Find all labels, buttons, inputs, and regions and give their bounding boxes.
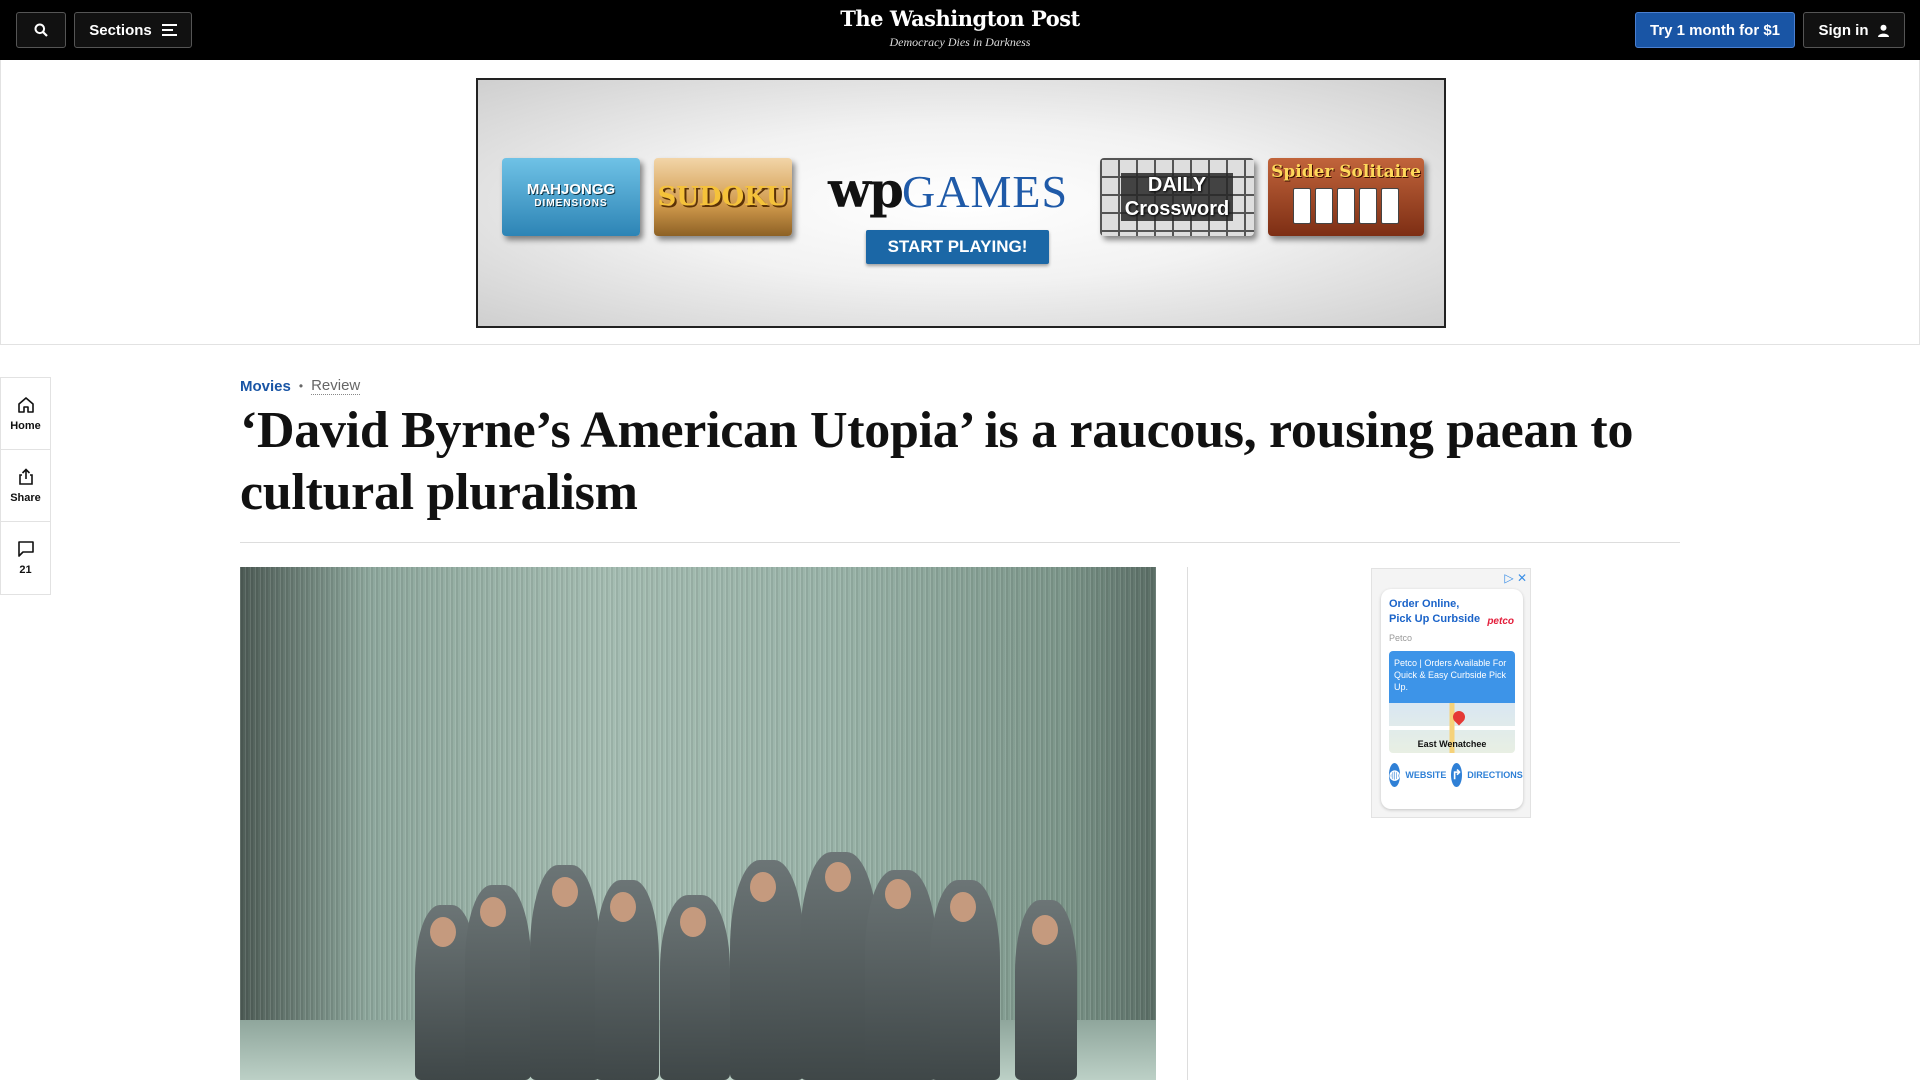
performer-head: [430, 917, 456, 947]
performer-head: [610, 892, 636, 922]
performer-head: [825, 862, 851, 892]
wp-games-logo: wpGAMES: [828, 160, 1067, 219]
ad-blurb: Petco | Orders Available For Quick & Eas…: [1389, 651, 1515, 703]
ad-title-line1: Order Online,: [1389, 598, 1460, 610]
home-icon: [17, 396, 34, 413]
sign-in-button[interactable]: Sign in: [1803, 12, 1905, 48]
performer-head: [885, 879, 911, 909]
sections-label: Sections: [89, 21, 152, 39]
wp-games-ad[interactable]: MAHJONGG DIMENSIONS SUDOKU wpGAMES START…: [476, 78, 1446, 328]
sections-button[interactable]: Sections: [74, 12, 192, 48]
section-link[interactable]: Movies: [240, 378, 291, 395]
petco-ad-card[interactable]: Order Online, Pick Up Curbside petco Pet…: [1381, 589, 1523, 809]
mahjongg-subtitle: DIMENSIONS: [534, 198, 608, 209]
globe-icon[interactable]: ◍: [1389, 763, 1401, 787]
performer-head: [750, 872, 776, 902]
site-logo[interactable]: The Washington Post: [760, 6, 1160, 31]
adchoices-icon[interactable]: ▷ ✕: [1504, 571, 1527, 585]
comment-count: 21: [19, 564, 32, 576]
map-city-label: East Wenatchee: [1417, 739, 1487, 749]
share-icon: [18, 467, 33, 485]
performer-head: [680, 907, 706, 937]
site-header: Sections The Washington Post Democracy D…: [0, 0, 1920, 60]
subscribe-button[interactable]: Try 1 month for $1: [1635, 12, 1795, 48]
top-ad-slot: MAHJONGG DIMENSIONS SUDOKU wpGAMES START…: [0, 60, 1920, 345]
performer-head: [480, 897, 506, 927]
rail-comments-button[interactable]: 21: [1, 522, 50, 594]
masthead[interactable]: The Washington Post Democracy Dies in Da…: [760, 6, 1160, 50]
article-kicker: Movies • Review: [240, 377, 361, 395]
comment-icon: [17, 541, 34, 557]
rail-home-button[interactable]: Home: [1, 378, 50, 450]
performer-head: [1032, 915, 1058, 945]
column-divider: [1187, 567, 1188, 1080]
directions-icon[interactable]: ↱: [1451, 763, 1463, 787]
kicker-separator: •: [298, 379, 304, 393]
hero-image[interactable]: [240, 567, 1156, 1080]
ad-map[interactable]: East Wenatchee: [1389, 703, 1515, 753]
headline-divider: [240, 542, 1680, 543]
wp-logo-text: wp: [828, 160, 904, 219]
performer-head: [950, 892, 976, 922]
site-tagline: Democracy Dies in Darkness: [889, 35, 1031, 49]
review-label[interactable]: Review: [311, 377, 361, 395]
ad-advertiser: Petco: [1389, 633, 1413, 643]
search-button[interactable]: [16, 12, 66, 48]
crossword-tile[interactable]: DAILY Crossword: [1100, 158, 1254, 236]
search-icon: [34, 23, 48, 37]
article-headline: ‘David Byrne’s American Utopia’ is a rau…: [240, 402, 1634, 521]
map-pin-icon: [1450, 708, 1468, 726]
spider-solitaire-title: Spider Solitaire: [1271, 162, 1421, 182]
website-link[interactable]: WEBSITE: [1405, 770, 1446, 780]
user-icon: [1877, 24, 1889, 37]
games-logo-text: GAMES: [902, 166, 1069, 217]
rail-share-button[interactable]: Share: [1, 450, 50, 522]
directions-link[interactable]: DIRECTIONS: [1467, 770, 1523, 780]
rail-home-label: Home: [10, 419, 41, 432]
menu-icon: [161, 24, 177, 36]
crossword-title-line2: Crossword: [1120, 197, 1234, 221]
rail-share-label: Share: [10, 491, 41, 504]
ad-actions: ◍ WEBSITE ↱ DIRECTIONS: [1389, 763, 1523, 787]
article-side-rail: Home Share 21: [0, 377, 51, 595]
mahjongg-tile[interactable]: MAHJONGG DIMENSIONS: [502, 158, 640, 236]
sudoku-tile[interactable]: SUDOKU: [654, 158, 792, 236]
mahjongg-title: MAHJONGG: [526, 181, 616, 198]
crossword-title-line1: DAILY: [1120, 173, 1234, 197]
petco-logo: petco: [1487, 616, 1514, 627]
sign-in-label: Sign in: [1818, 21, 1869, 39]
side-ad-slot[interactable]: ▷ ✕ Order Online, Pick Up Curbside petco…: [1371, 568, 1531, 818]
spider-solitaire-tile[interactable]: Spider Solitaire: [1268, 158, 1424, 236]
start-playing-button[interactable]: START PLAYING!: [866, 230, 1049, 264]
sudoku-title: SUDOKU: [657, 182, 789, 212]
performer-head: [552, 877, 578, 907]
playing-cards-image: [1293, 188, 1399, 224]
